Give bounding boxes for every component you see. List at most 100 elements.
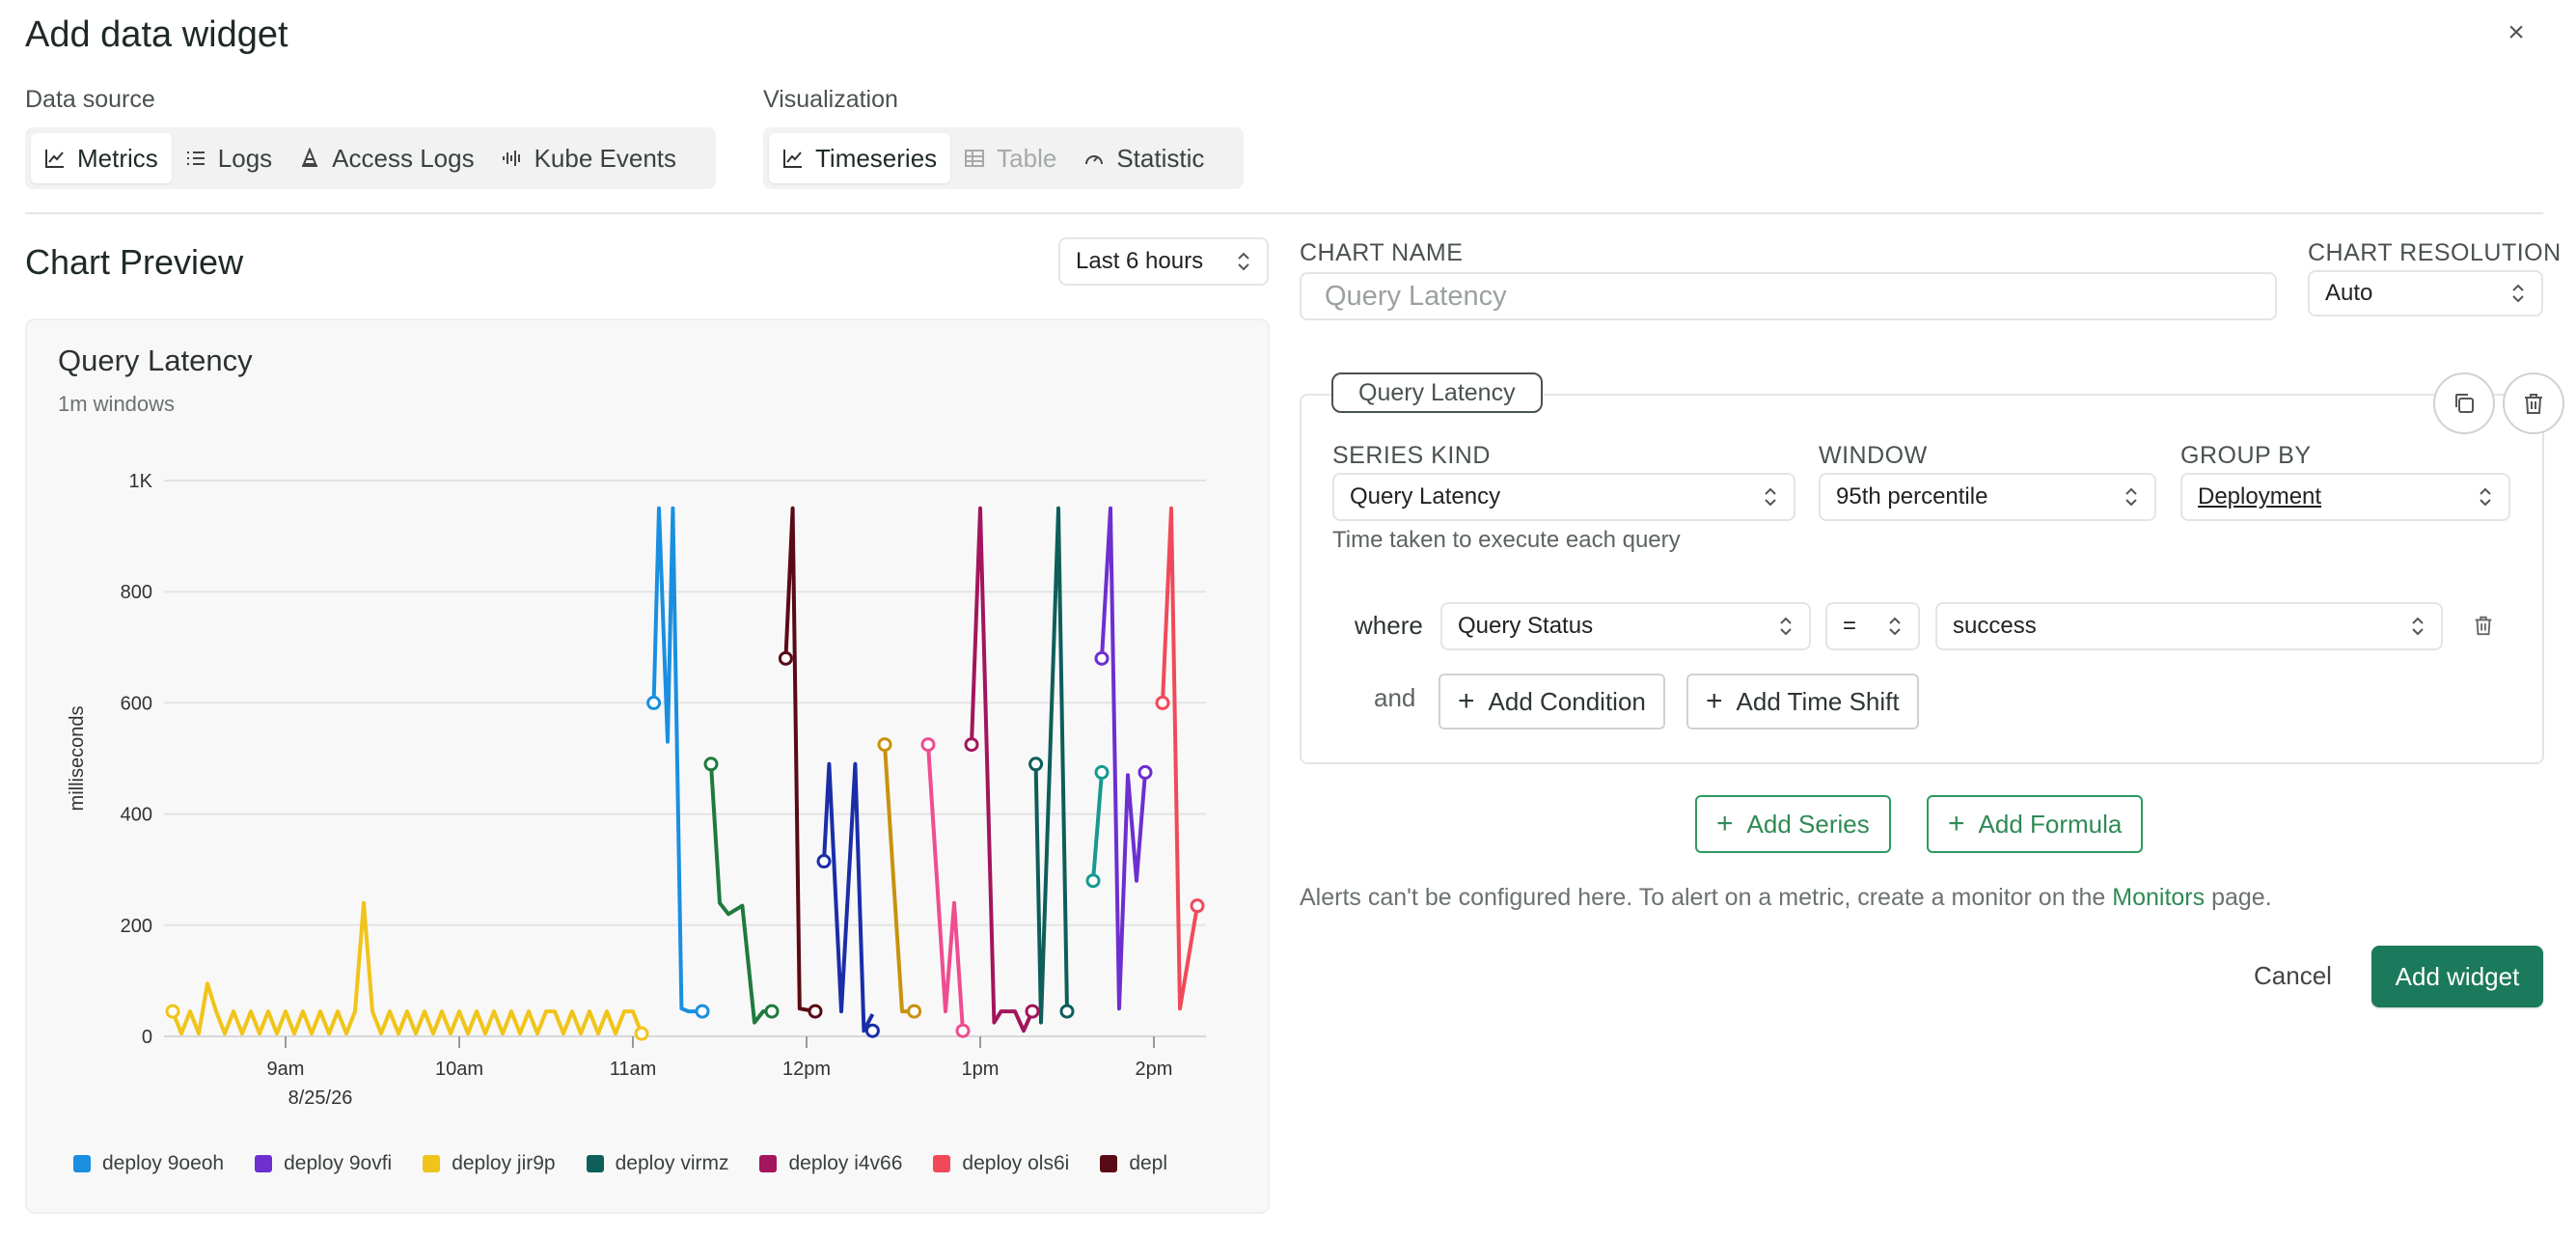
series-point	[864, 1023, 880, 1038]
legend-item[interactable]: deploy jir9p	[423, 1152, 556, 1175]
x-tick-label: 9am	[267, 1059, 305, 1080]
legend-swatch	[255, 1155, 273, 1172]
legend-swatch	[759, 1155, 778, 1172]
visualization-label: Visualization	[763, 86, 898, 113]
series-line	[651, 506, 702, 1014]
condition-value-select[interactable]: success	[1935, 602, 2443, 650]
series-point	[816, 854, 832, 869]
visualization-timeseries-label: Timeseries	[815, 143, 938, 173]
line-chart-icon	[45, 150, 64, 168]
series-point	[165, 1004, 180, 1019]
y-tick-label: 800	[121, 582, 152, 603]
add-condition-button[interactable]: + Add Condition	[1439, 674, 1665, 730]
data-source-access-logs-label: Access Logs	[332, 143, 475, 173]
series-point	[1155, 695, 1170, 710]
plus-icon: +	[1706, 685, 1723, 717]
legend-label: deploy i4v66	[788, 1152, 903, 1174]
series-point	[907, 1004, 922, 1019]
legend-item[interactable]: deploy i4v66	[759, 1152, 902, 1175]
series-line	[970, 506, 1034, 1033]
data-source-selector: Metrics Logs Access Logs Kube Events	[25, 127, 716, 189]
copy-icon	[2455, 394, 2474, 413]
legend-item[interactable]: deploy virmz	[586, 1152, 729, 1175]
chart-legend: deploy 9oeoh deploy 9ovfi deploy jir9p depl…	[73, 1152, 1260, 1175]
series-point	[1059, 1004, 1075, 1019]
window-select[interactable]: 95th percentile	[1819, 473, 2156, 521]
series-point	[634, 1026, 649, 1041]
add-widget-button[interactable]: Add widget	[2371, 946, 2543, 1007]
legend-swatch	[1100, 1155, 1118, 1172]
legend-item[interactable]: deploy 9oeoh	[73, 1152, 224, 1175]
chevron-updown-icon	[2412, 617, 2424, 636]
series-point	[764, 1004, 780, 1019]
series-kind-value: Query Latency	[1350, 483, 1501, 509]
series-kind-select[interactable]: Query Latency	[1332, 473, 1795, 521]
series-name-tag[interactable]: Query Latency	[1331, 372, 1543, 413]
data-source-metrics-label: Metrics	[77, 143, 158, 173]
series-kind-help: Time taken to execute each query	[1332, 527, 1681, 553]
alert-note-prefix: Alerts can't be configured here. To aler…	[1300, 884, 2113, 911]
table-icon	[965, 150, 985, 167]
series-line	[1091, 772, 1104, 881]
alert-note-suffix: page.	[2205, 884, 2272, 911]
chart-resolution-select[interactable]: Auto	[2308, 270, 2543, 317]
data-source-metrics[interactable]: Metrics	[31, 133, 172, 183]
visualization-timeseries[interactable]: Timeseries	[769, 133, 951, 183]
legend-item[interactable]: deploy ols6i	[933, 1152, 1069, 1175]
chart-card: Query Latency 1m windows 0 200 400 600 800 1K…	[25, 318, 1270, 1214]
series-line	[171, 900, 644, 1036]
chart-resolution-value: Auto	[2325, 280, 2373, 306]
close-icon[interactable]: ×	[2499, 15, 2534, 50]
series-point	[877, 737, 892, 753]
monitors-link[interactable]: Monitors	[2112, 884, 2205, 911]
query-latency-chart: 0 200 400 600 800 1K 9am 8/25/26 10am 11am 12pm 1pm…	[67, 471, 1206, 1109]
series-point	[808, 1004, 823, 1019]
chevron-updown-icon	[2125, 487, 2137, 507]
chevron-updown-icon	[1238, 252, 1249, 271]
series-line	[822, 761, 875, 1033]
series-point	[955, 1023, 971, 1038]
legend-swatch	[73, 1155, 91, 1172]
visualization-table-label: Table	[997, 143, 1057, 173]
chart-name-input[interactable]: Query Latency	[1300, 272, 2277, 320]
add-series-button[interactable]: + Add Series	[1695, 795, 1891, 853]
legend-swatch	[423, 1155, 441, 1172]
time-range-select[interactable]: Last 6 hours	[1058, 237, 1269, 286]
data-source-kube-events[interactable]: Kube Events	[488, 133, 690, 183]
cancel-button[interactable]: Cancel	[2254, 961, 2332, 991]
data-source-logs[interactable]: Logs	[172, 133, 286, 183]
plus-icon: +	[1716, 808, 1734, 840]
visualization-statistic-label: Statistic	[1116, 143, 1205, 173]
series-point	[703, 757, 719, 772]
x-tick-label: 12pm	[782, 1059, 831, 1080]
series-line	[1161, 506, 1199, 1011]
add-formula-button[interactable]: + Add Formula	[1927, 795, 2144, 853]
alert-note: Alerts can't be configured here. To aler…	[1300, 884, 2272, 912]
y-axis-label: milliseconds	[67, 706, 88, 812]
delete-series-button[interactable]	[2503, 372, 2564, 434]
x-tick-label: 2pm	[1136, 1059, 1173, 1080]
legend-label: depl	[1129, 1152, 1168, 1174]
series-kind-label: SERIES KIND	[1332, 442, 1491, 469]
group-by-select[interactable]: Deployment	[2180, 473, 2510, 521]
legend-item[interactable]: depl	[1100, 1152, 1167, 1175]
y-tick-label: 600	[121, 693, 152, 714]
legend-item[interactable]: deploy 9ovfi	[255, 1152, 392, 1175]
add-time-shift-button[interactable]: + Add Time Shift	[1686, 674, 1919, 730]
visualization-table[interactable]: Table	[950, 133, 1070, 183]
condition-operator-select[interactable]: =	[1825, 602, 1920, 650]
delete-condition-button[interactable]	[2472, 614, 2499, 641]
legend-label: deploy virmz	[615, 1152, 729, 1174]
condition-field-select[interactable]: Query Status	[1440, 602, 1811, 650]
add-series-label: Add Series	[1746, 809, 1870, 839]
visualization-statistic[interactable]: Statistic	[1070, 133, 1218, 183]
data-source-access-logs[interactable]: Access Logs	[286, 133, 487, 183]
duplicate-series-button[interactable]	[2433, 372, 2495, 434]
legend-label: deploy ols6i	[962, 1152, 1070, 1174]
group-by-label: GROUP BY	[2180, 442, 2312, 469]
x-tick-label: 1pm	[962, 1059, 1000, 1080]
x-tick-sublabel: 8/25/26	[288, 1088, 353, 1109]
series-point	[1137, 764, 1153, 780]
chevron-updown-icon	[2512, 284, 2524, 303]
chevron-updown-icon	[2480, 487, 2491, 507]
